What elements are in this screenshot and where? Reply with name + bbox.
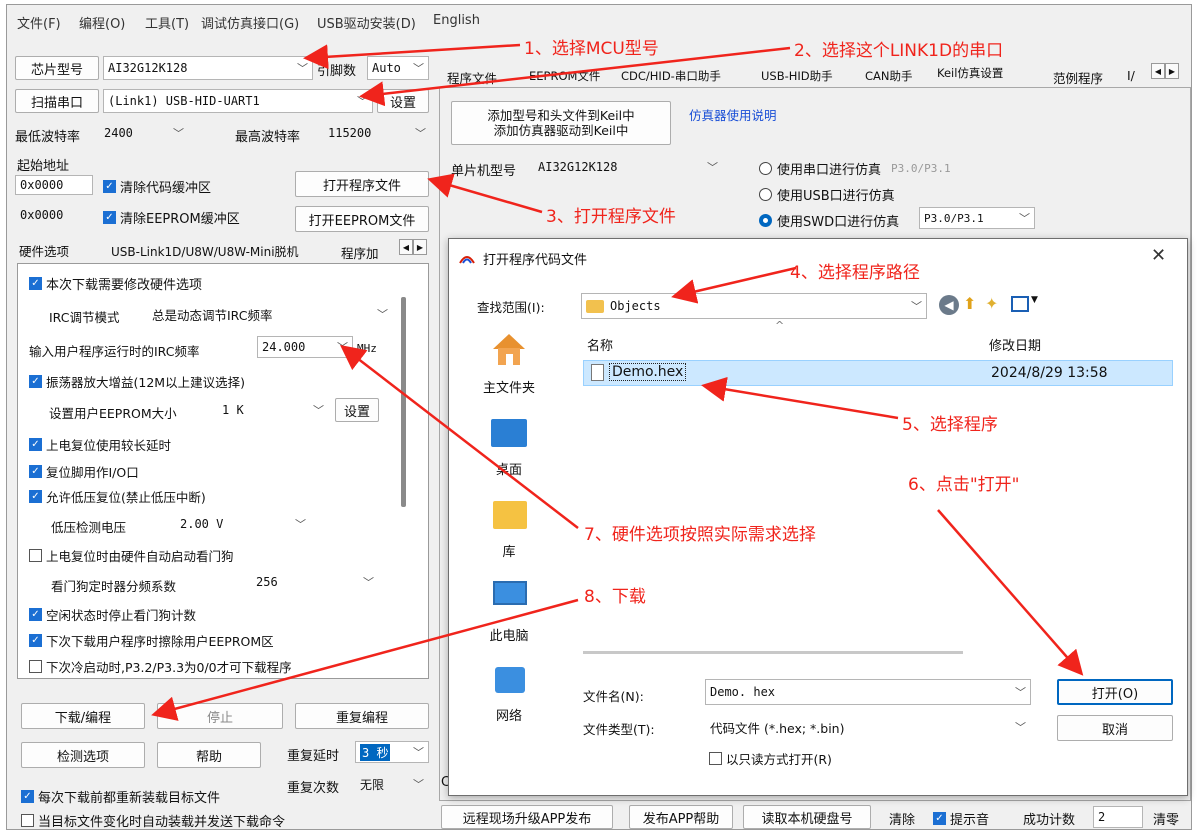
annotation-arrow-5 [701, 376, 899, 420]
annotation-arrow-1 [303, 43, 521, 70]
annotation-2: 2、选择这个LINK1D的串口 [794, 41, 1004, 61]
annotation-5: 5、选择程序 [902, 415, 998, 435]
annotation-arrow-3 [427, 173, 543, 214]
annotation-6: 6、点击"打开" [908, 475, 1020, 495]
annotation-3: 3、打开程序文件 [546, 207, 676, 227]
annotation-arrow-7 [340, 344, 579, 529]
annotation-arrow-8 [151, 598, 579, 721]
annotation-arrow-6 [937, 509, 1084, 676]
annotation-4: 4、选择程序路径 [790, 263, 920, 283]
annotation-arrow-4 [671, 266, 797, 304]
annotation-1: 1、选择MCU型号 [524, 39, 659, 59]
annotation-arrows [151, 43, 1084, 721]
annotation-8: 8、下载 [584, 587, 646, 607]
annotation-7: 7、硬件选项按照实际需求选择 [584, 525, 816, 545]
